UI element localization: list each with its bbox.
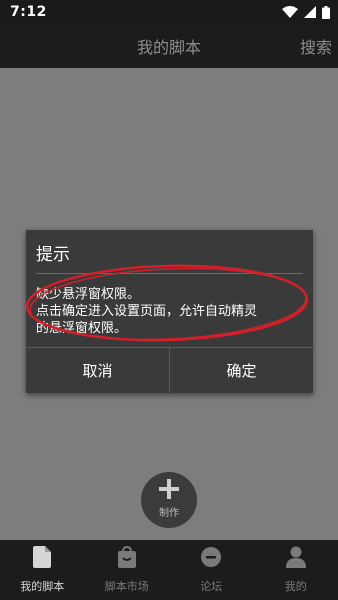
dialog-message-line: 点击确定进入设置页面，允许自动精灵 <box>36 304 258 319</box>
app-header: 我的脚本 搜索 <box>0 24 338 68</box>
nav-label: 论坛 <box>200 580 223 593</box>
nav-label: 我的 <box>284 580 307 593</box>
person-icon <box>285 546 306 572</box>
nav-item-my-scripts[interactable]: 我的脚本 <box>0 540 85 600</box>
cancel-button[interactable]: 取消 <box>26 348 169 393</box>
battery-icon <box>322 5 330 19</box>
dialog-divider <box>36 273 303 274</box>
nav-item-me[interactable]: 我的 <box>254 540 338 600</box>
status-bar: 7:12 <box>0 0 338 24</box>
dialog-message-line: 缺少悬浮窗权限。 <box>36 287 141 302</box>
confirm-button[interactable]: 确定 <box>170 348 313 393</box>
permission-dialog: 提示 缺少悬浮窗权限。 点击确定进入设置页面，允许自动精灵 的悬浮窗权限。 取消… <box>25 230 313 393</box>
dialog-title: 提示 <box>36 245 70 265</box>
dialog-message-line: 的悬浮窗权限。 <box>36 321 128 336</box>
dialog-message: 缺少悬浮窗权限。 点击确定进入设置页面，允许自动精灵 的悬浮窗权限。 <box>36 286 308 337</box>
fab-label: 制作 <box>159 508 179 519</box>
nav-label: 脚本市场 <box>104 580 149 593</box>
page-title: 我的脚本 <box>136 38 201 57</box>
search-button[interactable]: 搜索 <box>300 24 332 68</box>
screen: 7:12 我的脚本 搜索 提示 缺少悬浮窗权限。 点击确定进入设置页面，允许自动… <box>0 0 338 600</box>
document-icon <box>33 546 52 572</box>
status-icons <box>282 5 330 19</box>
wifi-icon <box>282 6 298 18</box>
nav-label: 我的脚本 <box>20 580 65 593</box>
chat-icon <box>200 546 222 572</box>
plus-icon <box>159 479 179 503</box>
nav-item-forum[interactable]: 论坛 <box>169 540 254 600</box>
nav-item-script-market[interactable]: 脚本市场 <box>85 540 170 600</box>
signal-icon <box>304 6 316 18</box>
bottom-nav: 我的脚本 脚本市场 论坛 我的 <box>0 540 338 600</box>
create-script-button[interactable]: 制作 <box>141 472 197 528</box>
shopping-bag-icon <box>117 545 137 572</box>
status-time: 7:12 <box>10 4 47 20</box>
